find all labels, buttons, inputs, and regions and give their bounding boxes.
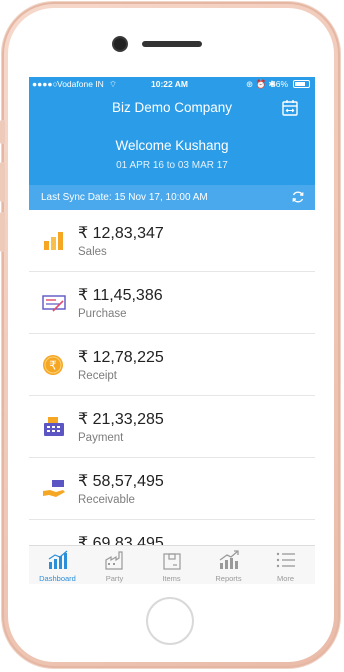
- date-range[interactable]: 01 APR 16 to 03 MAR 17: [29, 160, 315, 171]
- row-amount: ₹ 12,78,225: [78, 349, 164, 366]
- list-icon: [276, 552, 295, 568]
- trend-chart-icon: [219, 550, 239, 569]
- hand-money-icon: [43, 480, 65, 497]
- wifi-icon: ⌔: [109, 79, 117, 89]
- app-header: Biz Demo Company Welcome Kushang 01 APR …: [29, 91, 315, 197]
- volume-down-button: [0, 212, 5, 252]
- tab-more[interactable]: More: [257, 546, 314, 584]
- list-item-receivable[interactable]: ₹ 58,57,495 Receivable: [29, 458, 315, 520]
- row-amount: ₹ 12,83,347: [78, 225, 164, 242]
- tab-dashboard[interactable]: Dashboard: [29, 546, 86, 584]
- row-label: Receipt: [78, 370, 117, 382]
- carrier-name: Vodafone IN: [57, 79, 104, 89]
- factory-icon: [105, 551, 123, 570]
- row-amount: ₹ 58,57,495: [78, 473, 164, 490]
- invoice-icon: [42, 295, 66, 312]
- row-label: Receivable: [78, 494, 135, 506]
- tab-reports[interactable]: Reports: [200, 546, 257, 584]
- tab-label: Reports: [215, 574, 242, 583]
- row-amount: ₹ 11,45,386: [78, 287, 163, 304]
- front-camera: [114, 38, 126, 50]
- box-icon: [163, 553, 181, 570]
- status-time: 10:22 AM: [151, 79, 189, 89]
- row-label: Payment: [78, 432, 124, 444]
- row-amount: ₹ 21,33,285: [78, 411, 164, 428]
- tab-items[interactable]: Items: [143, 546, 200, 584]
- row-label: Sales: [78, 246, 107, 258]
- rupee-coin-icon: ₹: [43, 355, 63, 375]
- home-button[interactable]: [146, 597, 194, 645]
- refresh-icon[interactable]: [291, 190, 305, 204]
- register-icon: [44, 417, 64, 436]
- list-item-receipt[interactable]: ₹ ₹ 12,78,225 Receipt: [29, 334, 315, 396]
- signal-icon: ●●●●○: [32, 79, 58, 89]
- tab-label: Party: [105, 574, 124, 583]
- battery-percent: 66%: [271, 79, 289, 89]
- welcome-text: Welcome Kushang: [115, 138, 229, 153]
- list-item-sales[interactable]: ₹ 12,83,347 Sales: [29, 210, 315, 272]
- sync-date-text: Last Sync Date: 15 Nov 17, 10:00 AM: [41, 192, 208, 203]
- battery-icon: [293, 80, 310, 88]
- tab-label: More: [276, 574, 295, 583]
- status-bar: ●●●●○ Vodafone IN ⌔ 10:22 AM ⊛ ⏰ ✱ 66%: [29, 77, 315, 91]
- volume-up-button: [0, 162, 5, 202]
- tab-party[interactable]: Party: [86, 546, 143, 584]
- tab-label: Items: [162, 574, 181, 583]
- earpiece-speaker: [142, 41, 202, 47]
- calendar-icon[interactable]: [281, 99, 299, 117]
- mute-switch: [0, 120, 5, 144]
- list-item-payment[interactable]: ₹ 21,33,285 Payment: [29, 396, 315, 458]
- bar-chart-icon: [44, 232, 63, 250]
- sync-bar: Last Sync Date: 15 Nov 17, 10:00 AM: [29, 185, 315, 210]
- svg-text:₹: ₹: [49, 359, 57, 373]
- list-item-purchase[interactable]: ₹ 11,45,386 Purchase: [29, 272, 315, 334]
- tab-label: Dashboard: [39, 574, 76, 583]
- bottom-tab-bar: Dashboard Party Items Reports More: [29, 545, 315, 584]
- dashboard-chart-icon: [48, 550, 68, 569]
- app-screen: ●●●●○ Vodafone IN ⌔ 10:22 AM ⊛ ⏰ ✱ 66% B…: [29, 77, 315, 584]
- row-label: Purchase: [78, 308, 127, 320]
- company-name: Biz Demo Company: [111, 100, 233, 115]
